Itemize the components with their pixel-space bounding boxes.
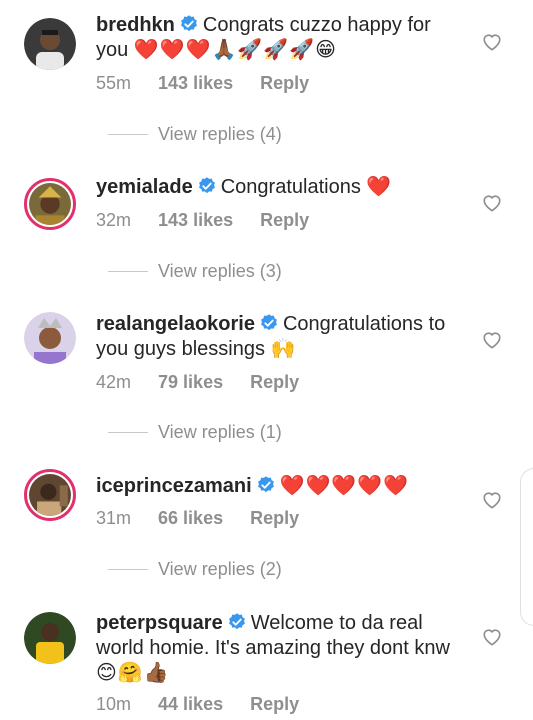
reply-button[interactable]: Reply [260,210,309,230]
likes-count[interactable]: 143 likes [158,210,233,230]
avatar[interactable] [24,312,76,364]
heart-outline-icon[interactable] [481,489,503,509]
comment-body: iceprincezamani ❤️❤️❤️❤️❤️ [96,474,468,499]
avatar-image [24,312,76,364]
view-replies-button[interactable]: View replies (4) [108,124,282,145]
comment-body: yemialade Congratulations ❤️ [96,175,468,200]
view-replies-label: View replies (3) [158,261,282,281]
likes-count[interactable]: 66 likes [158,508,223,528]
view-replies-button[interactable]: View replies (1) [108,422,282,443]
timestamp: 42m [96,372,132,392]
comment-emojis: ❤️ [366,176,393,198]
timestamp: 32m [96,210,132,230]
avatar-image [24,18,76,70]
comment-body: realangelaokorie Congratulations to you g… [96,312,468,362]
likes-count[interactable]: 143 likes [158,73,233,93]
verified-badge-icon [180,15,197,32]
side-scroll-handle[interactable] [520,468,533,626]
comment-body: bredhkn Congrats cuzzo happy for you ❤️❤️… [96,13,468,63]
avatar-image [29,183,71,225]
username[interactable]: yemialade [96,176,193,198]
view-replies-label: View replies (1) [158,422,282,442]
comment-emojis: ❤️❤️❤️🙏🏾🚀🚀🚀😁 [133,39,337,61]
avatar[interactable] [24,469,76,521]
divider [108,271,148,272]
comment-emojis: 😊🤗👍🏾 [96,662,170,684]
comment-meta: 55m 143 likes Reply [96,73,331,94]
timestamp: 55m [96,73,132,93]
comment-text: Congratulations [220,176,361,198]
reply-button[interactable]: Reply [250,372,299,392]
heart-outline-icon[interactable] [481,192,503,212]
heart-outline-icon[interactable] [481,31,503,51]
comment-meta: 10m 44 likes Reply [96,694,321,715]
reply-button[interactable]: Reply [250,508,299,528]
comment-meta: 42m 79 likes Reply [96,372,321,393]
comment-emojis: 🙌 [270,338,297,360]
verified-badge-icon [261,314,277,331]
heart-outline-icon[interactable] [481,329,503,349]
timestamp: 10m [96,694,132,714]
view-replies-label: View replies (4) [158,124,282,144]
likes-count[interactable]: 44 likes [158,694,223,714]
username[interactable]: bredhkn [96,14,175,36]
view-replies-label: View replies (2) [158,559,282,579]
comment-emojis: ❤️❤️❤️❤️❤️ [279,475,410,497]
verified-badge-icon [257,476,274,493]
divider [108,569,148,570]
username[interactable]: peterpsquare [96,612,223,634]
reply-button[interactable]: Reply [260,73,309,93]
verified-badge-icon [198,177,215,194]
divider [108,134,148,135]
heart-outline-icon[interactable] [481,626,503,646]
verified-badge-icon [228,613,245,630]
timestamp: 31m [96,508,132,528]
comment-body: peterpsquare Welcome to da real world hom… [96,611,468,686]
likes-count[interactable]: 79 likes [158,372,223,392]
reply-button[interactable]: Reply [250,694,299,714]
view-replies-button[interactable]: View replies (2) [108,559,282,580]
avatar[interactable] [24,18,76,70]
view-replies-button[interactable]: View replies (3) [108,261,282,282]
avatar[interactable] [24,612,76,664]
avatar-image [29,474,71,516]
avatar[interactable] [24,178,76,230]
comment-meta: 32m 143 likes Reply [96,210,331,231]
username[interactable]: iceprincezamani [96,475,252,497]
comment-meta: 31m 66 likes Reply [96,508,321,529]
username[interactable]: realangelaokorie [96,313,255,335]
avatar-image [24,612,76,664]
divider [108,432,148,433]
